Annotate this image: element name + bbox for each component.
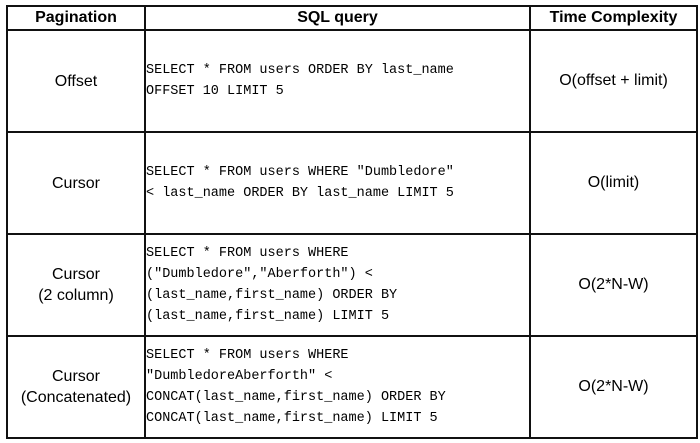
pagination-label: Offset xyxy=(54,72,98,90)
header-row: Pagination SQL query Time Complexity xyxy=(6,5,698,31)
pagination-sublabel: (Concatenated) xyxy=(20,389,132,406)
sql-line: SELECT * FROM users WHERE "Dumbledore" xyxy=(146,165,454,180)
header-sql-query: SQL query xyxy=(144,5,531,31)
sql-line: (last_name,first_name) LIMIT 5 xyxy=(146,309,390,324)
sql-line: "DumbledoreAberforth" < xyxy=(146,369,333,384)
complexity-cell: O(offset + limit) xyxy=(529,29,698,133)
table-row-cursor-2-column: Cursor (2 column) SELECT * FROM users WH… xyxy=(6,233,698,337)
header-pagination: Pagination xyxy=(6,5,146,31)
sql-cell: SELECT * FROM users WHERE ("Dumbledore",… xyxy=(144,233,531,337)
pagination-cell: Cursor xyxy=(6,131,146,235)
header-time-complexity: Time Complexity xyxy=(529,5,698,31)
complexity-cell: O(2*N-W) xyxy=(529,335,698,439)
table-row-offset: Offset SELECT * FROM users ORDER BY last… xyxy=(6,29,698,133)
sql-line: SELECT * FROM users WHERE xyxy=(146,348,349,363)
pagination-cell: Cursor (Concatenated) xyxy=(6,335,146,439)
sql-cell: SELECT * FROM users ORDER BY last_name O… xyxy=(144,29,531,133)
sql-line: SELECT * FROM users ORDER BY last_name xyxy=(146,63,454,78)
sql-line: < last_name ORDER BY last_name LIMIT 5 xyxy=(146,186,454,201)
sql-cell: SELECT * FROM users WHERE "DumbledoreAbe… xyxy=(144,335,531,439)
complexity-cell: O(limit) xyxy=(529,131,698,235)
pagination-sublabel: (2 column) xyxy=(38,287,114,304)
sql-cell: SELECT * FROM users WHERE "Dumbledore" <… xyxy=(144,131,531,235)
sql-line: SELECT * FROM users WHERE xyxy=(146,246,349,261)
sql-line: CONCAT(last_name,first_name) ORDER BY xyxy=(146,390,446,405)
sql-line: (last_name,first_name) ORDER BY xyxy=(146,288,398,303)
pagination-label: Cursor xyxy=(51,368,100,385)
pagination-cell: Cursor (2 column) xyxy=(6,233,146,337)
sql-line: CONCAT(last_name,first_name) LIMIT 5 xyxy=(146,411,438,426)
sql-line: ("Dumbledore","Aberforth") < xyxy=(146,267,373,282)
pagination-label: Cursor xyxy=(51,174,100,192)
pagination-cell: Offset xyxy=(6,29,146,133)
table-row-cursor: Cursor SELECT * FROM users WHERE "Dumble… xyxy=(6,131,698,235)
pagination-comparison-table: Pagination SQL query Time Complexity Off… xyxy=(6,5,698,439)
sql-line: OFFSET 10 LIMIT 5 xyxy=(146,84,284,99)
complexity-cell: O(2*N-W) xyxy=(529,233,698,337)
pagination-label: Cursor xyxy=(51,266,100,283)
table-row-cursor-concatenated: Cursor (Concatenated) SELECT * FROM user… xyxy=(6,335,698,439)
